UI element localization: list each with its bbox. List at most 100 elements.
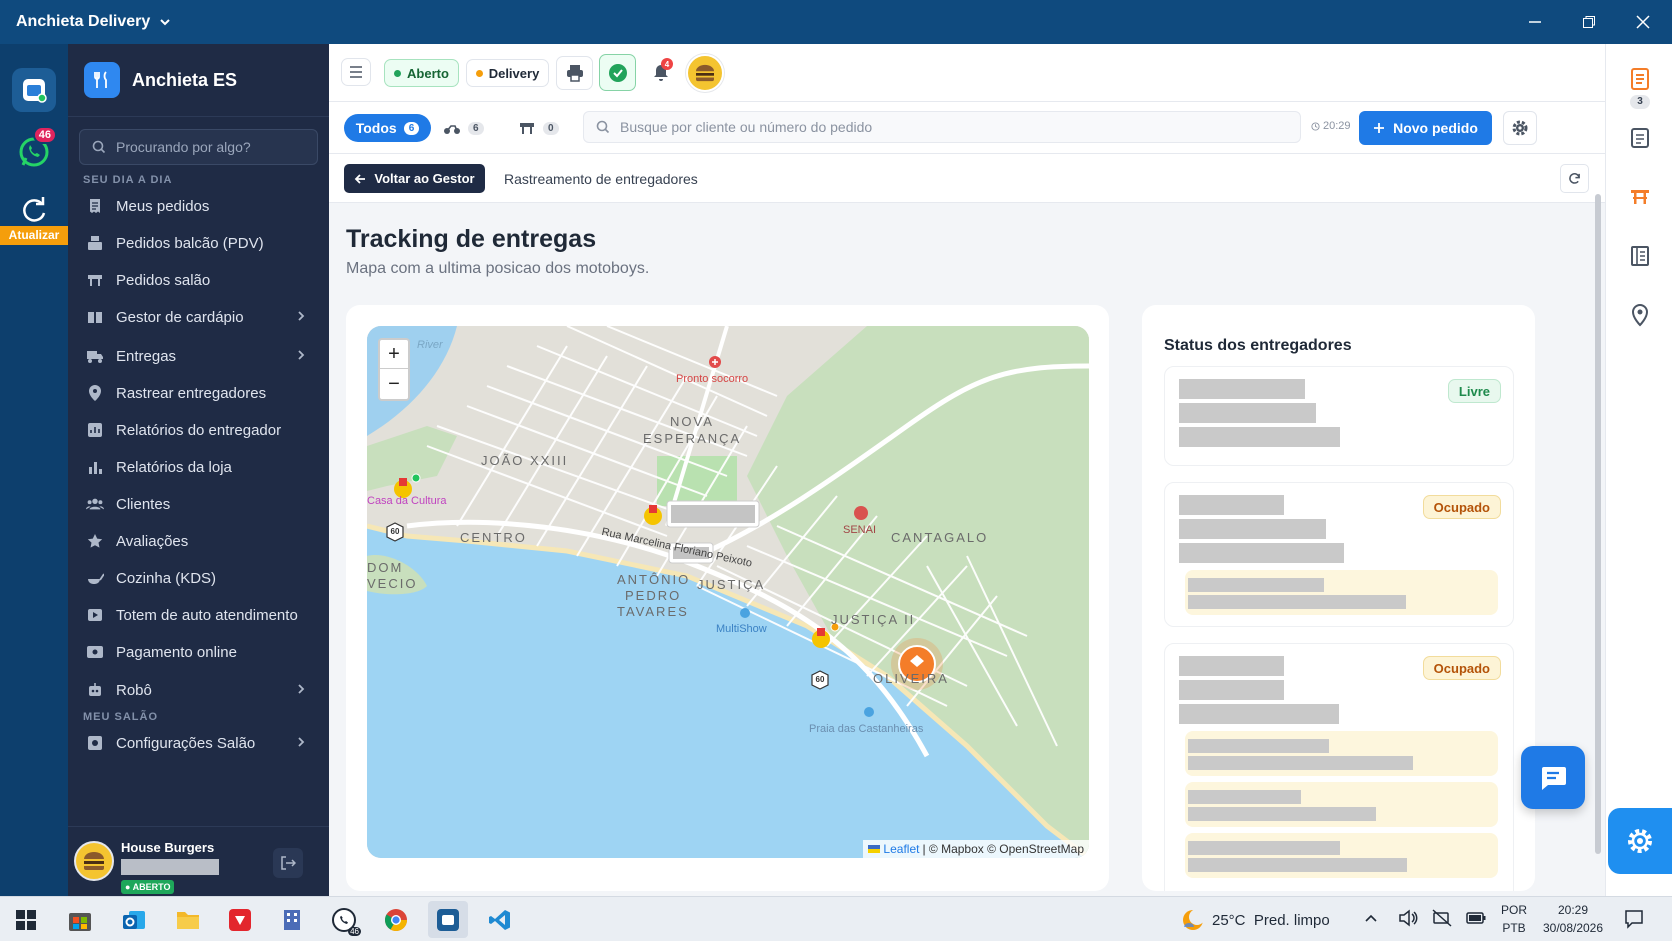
taskbar-whatsapp[interactable]: 46 — [324, 901, 364, 938]
tray-battery[interactable] — [1466, 911, 1486, 929]
filter-all-tab[interactable]: Todos 6 — [344, 114, 431, 142]
sidebar-item-cozinha[interactable]: Cozinha (KDS) — [68, 561, 329, 595]
store-avatar-top[interactable] — [686, 54, 724, 92]
new-order-button[interactable]: Novo pedido — [1359, 111, 1492, 145]
sidebar-item-label: Configurações Salão — [116, 734, 256, 752]
sidebar-item-label: Clientes — [116, 495, 171, 513]
sidebar: Anchieta ES Procurando por algo? SEU DIA… — [68, 44, 329, 896]
sidebar-item-relatorios-entregador[interactable]: Relatórios do entregador — [68, 413, 329, 447]
minimize-icon — [1529, 21, 1541, 23]
map-attribution: Leaflet | © Mapbox © OpenStreetMap — [863, 840, 1089, 858]
restore-button[interactable] — [1562, 0, 1616, 44]
tray-chevron-up[interactable] — [1364, 911, 1378, 930]
delivery-map[interactable]: River Pronto socorro NOVA ESPERANÇA JOÃO… — [367, 326, 1089, 858]
main-scrollbar[interactable] — [1595, 194, 1601, 854]
confirm-orders-button[interactable] — [599, 54, 636, 91]
taskbar-explorer[interactable] — [168, 901, 208, 938]
sidebar-item-cardapio[interactable]: Gestor de cardápio — [68, 300, 329, 334]
language-indicator[interactable]: POR PTB — [1500, 901, 1528, 937]
store-avatar[interactable] — [74, 841, 114, 881]
menu-book-icon — [86, 308, 104, 326]
printer-icon — [566, 65, 583, 82]
assigned-order[interactable] — [1185, 731, 1498, 776]
sidebar-item-relatorios-loja[interactable]: Relatórios da loja — [68, 450, 329, 484]
chevron-right-icon — [298, 350, 305, 360]
leaflet-link[interactable]: Leaflet — [883, 842, 919, 856]
map-label-praia: Praia das Castanheiras — [809, 723, 924, 735]
taskbar-chrome[interactable] — [376, 901, 416, 938]
map-label-justica2: JUSTIÇA II — [831, 612, 916, 627]
refresh-button[interactable]: Atualizar — [0, 192, 68, 246]
taskbar-app-red[interactable] — [220, 901, 260, 938]
chat-button[interactable] — [1521, 746, 1585, 809]
courier-name-redacted — [1179, 379, 1305, 399]
clock[interactable]: 20:29 30/08/2026 — [1536, 901, 1610, 937]
filter-table-tab[interactable]: 0 — [519, 114, 565, 142]
invoice-panel-button[interactable] — [1625, 123, 1655, 153]
hamburger-button[interactable] — [341, 58, 371, 86]
battery-icon — [1466, 912, 1486, 924]
taskbar-store[interactable] — [60, 901, 100, 938]
sidebar-item-meus-pedidos[interactable]: Meus pedidos — [68, 189, 329, 223]
sidebar-item-rastrear[interactable]: Rastrear entregadores — [68, 376, 329, 410]
delivery-mode-pill[interactable]: Delivery — [466, 59, 549, 87]
orders-panel-button[interactable] — [1625, 64, 1655, 94]
rail-app-button[interactable] — [12, 68, 56, 112]
taskbar-whatsapp-badge: 46 — [348, 927, 361, 936]
location-panel-button[interactable] — [1625, 300, 1655, 330]
order-id-redacted — [1188, 841, 1340, 855]
whatsapp-button[interactable]: 46 — [12, 126, 57, 174]
tray-volume[interactable] — [1398, 909, 1418, 932]
app-switcher[interactable]: Anchieta Delivery — [16, 13, 172, 31]
courier-card-3[interactable]: Ocupado — [1164, 643, 1514, 891]
back-to-manager-button[interactable]: Voltar ao Gestor — [344, 164, 485, 193]
sidebar-item-config-salao[interactable]: Configurações Salão — [68, 726, 329, 760]
notification-center-button[interactable] — [1624, 909, 1644, 934]
reload-button[interactable] — [1560, 164, 1589, 193]
sidebar-search-input[interactable]: Procurando por algo? — [79, 129, 318, 165]
minimize-button[interactable] — [1508, 0, 1562, 44]
logout-button[interactable] — [273, 848, 303, 878]
assigned-order[interactable] — [1185, 782, 1498, 827]
status-open-pill[interactable]: Aberto — [384, 59, 459, 87]
sidebar-item-entregas[interactable]: Entregas — [68, 339, 329, 373]
notifications-button[interactable]: 4 — [642, 56, 679, 90]
courier-card-1[interactable]: Livre — [1164, 366, 1514, 466]
filter-delivery-tab[interactable]: 6 — [444, 114, 490, 142]
sidebar-item-totem[interactable]: Totem de auto atendimento — [68, 598, 329, 632]
store-icon — [69, 912, 91, 931]
taskbar-delivery-app[interactable] — [428, 901, 468, 938]
taskbar-app-building[interactable] — [272, 901, 312, 938]
floating-settings-button[interactable] — [1608, 808, 1672, 874]
chevron-up-icon — [1365, 914, 1377, 922]
assigned-order[interactable] — [1185, 570, 1498, 615]
print-button[interactable] — [556, 56, 593, 90]
sidebar-item-pdv[interactable]: Pedidos balcão (PDV) — [68, 226, 329, 260]
back-label: Voltar ao Gestor — [374, 171, 475, 186]
sidebar-item-salao[interactable]: Pedidos salão — [68, 263, 329, 297]
table-panel-button[interactable] — [1625, 182, 1655, 212]
start-button[interactable] — [6, 901, 46, 938]
weather-widget[interactable]: 25°C Pred. limpo — [1180, 905, 1330, 935]
order-search-input[interactable]: Busque por cliente ou número do pedido — [583, 111, 1301, 143]
courier-phone-redacted — [1179, 403, 1316, 423]
zoom-out-button[interactable]: − — [380, 369, 408, 399]
menu-panel-button[interactable] — [1625, 241, 1655, 271]
taskbar-vscode[interactable] — [480, 901, 520, 938]
map-label-cantagalo: CANTAGALO — [891, 530, 989, 545]
settings-button[interactable] — [1503, 111, 1537, 145]
sidebar-item-avaliacoes[interactable]: Avaliações — [68, 524, 329, 558]
sidebar-item-clientes[interactable]: Clientes — [68, 487, 329, 521]
zoom-in-button[interactable]: + — [380, 340, 408, 369]
lang-primary: POR — [1500, 903, 1527, 917]
chevron-right-icon — [298, 684, 305, 694]
taskbar-outlook[interactable] — [114, 901, 154, 938]
page-title: Tracking de entregas — [346, 225, 597, 253]
close-button[interactable] — [1616, 0, 1670, 44]
tray-network[interactable] — [1432, 909, 1452, 932]
sidebar-item-pagamento[interactable]: Pagamento online — [68, 635, 329, 669]
courier-card-2[interactable]: Ocupado — [1164, 482, 1514, 627]
assigned-order[interactable] — [1185, 833, 1498, 878]
sidebar-item-robo[interactable]: Robô — [68, 673, 329, 707]
map-pin-icon — [1631, 303, 1649, 327]
